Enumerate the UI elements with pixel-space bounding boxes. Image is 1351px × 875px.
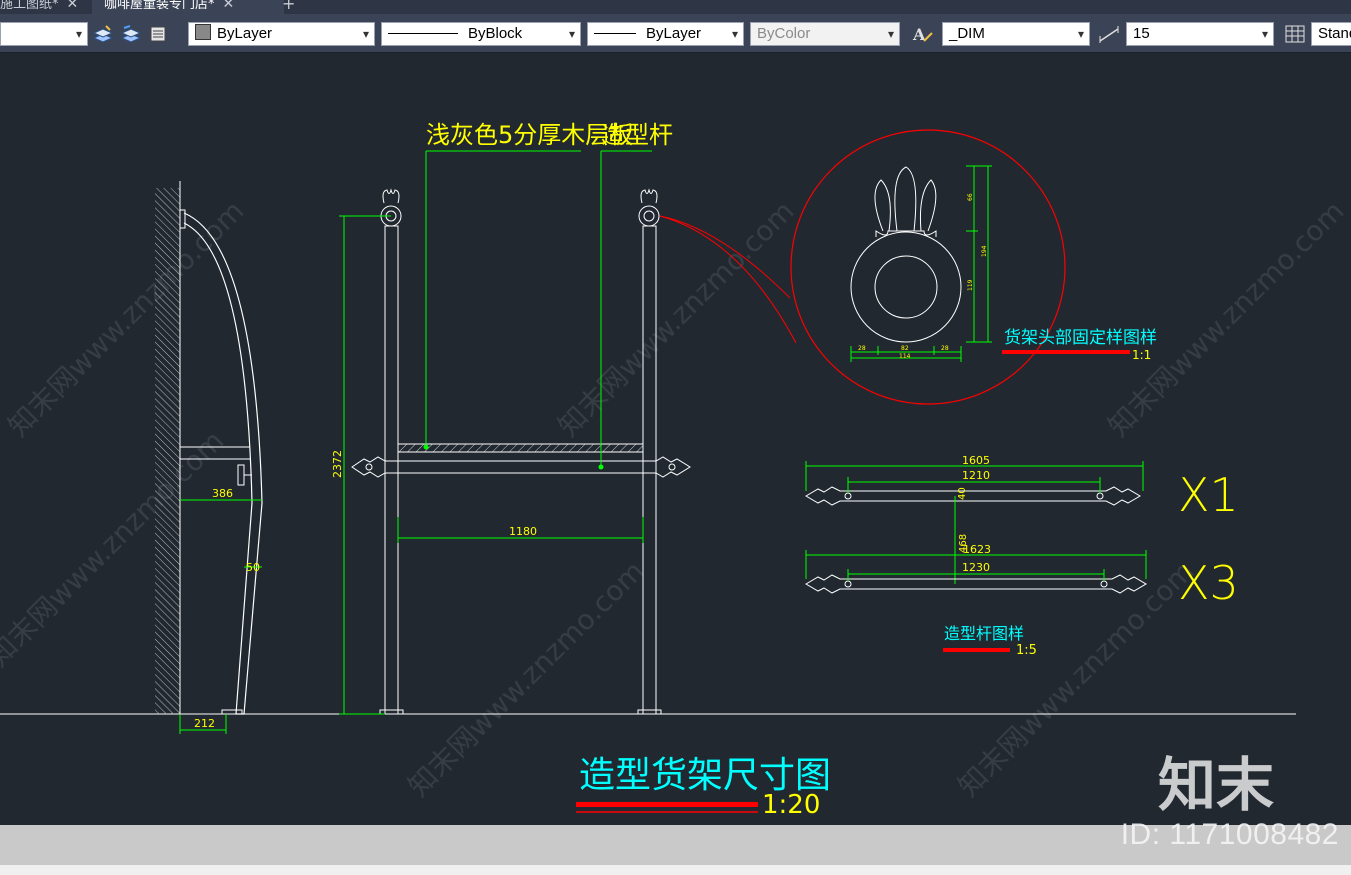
new-tab-button[interactable]: + bbox=[282, 0, 295, 14]
dim-detail-w3: 28 bbox=[941, 345, 949, 352]
dim-detail-h2: 194 bbox=[981, 245, 988, 257]
dim-rod1-total: 1605 bbox=[962, 454, 990, 467]
rod-title: 造型杆图样 bbox=[944, 624, 1024, 643]
drawing-canvas[interactable]: 知末网www.znzmo.com 知末网www.znzmo.com 知末网www… bbox=[0, 53, 1351, 825]
dim-rod-small: 40 bbox=[957, 487, 968, 500]
dim-detail-w2: 82 bbox=[901, 345, 909, 352]
dimension-style-dropdown[interactable]: _DIM ▾ bbox=[942, 22, 1090, 46]
dim-detail-h3: 119 bbox=[967, 279, 974, 291]
watermark-logo: 知末 bbox=[1158, 751, 1275, 819]
watermark-text: 知末网www.znzmo.com bbox=[552, 194, 801, 443]
text-style-icon[interactable]: A bbox=[912, 24, 934, 44]
main-title-block: 造型货架尺寸图 1:20 bbox=[576, 755, 831, 820]
qty-x3: X3 bbox=[1178, 556, 1239, 610]
main-scale: 1:20 bbox=[762, 790, 820, 820]
layer-dropdown[interactable]: ▾ bbox=[0, 22, 88, 46]
color-dropdown[interactable]: ByLayer ▾ bbox=[188, 22, 375, 46]
tab-construction-drawings[interactable]: 施工图纸* ✕ bbox=[0, 0, 90, 14]
document-tab-bar: 施工图纸* ✕ 咖啡屋童装专门店* ✕ + bbox=[0, 0, 1351, 14]
dim-height: 2372 bbox=[331, 450, 344, 478]
dim-style-icon[interactable] bbox=[1098, 24, 1120, 44]
table-style-icon[interactable] bbox=[1284, 24, 1306, 44]
dim-side-bend: 50 bbox=[246, 561, 260, 574]
watermark-layer: 知末网www.znzmo.com 知末网www.znzmo.com 知末网www… bbox=[0, 194, 1350, 803]
layer-state-icon[interactable] bbox=[148, 24, 170, 44]
rod-scale: 1:5 bbox=[1016, 643, 1037, 658]
dim-detail-w-total: 114 bbox=[899, 353, 911, 360]
properties-toolbar: ▾ ByLayer ▾ ByBlock ▾ ByLayer ▾ ByColor ▾ A … bbox=[0, 14, 1351, 53]
chevron-down-icon: ▾ bbox=[1261, 27, 1268, 41]
bottom-strip bbox=[0, 865, 1351, 875]
layer-match-icon[interactable] bbox=[92, 24, 114, 44]
color-swatch bbox=[195, 24, 211, 40]
chevron-down-icon: ▾ bbox=[75, 27, 82, 41]
lineweight-dropdown[interactable]: ByLayer ▾ bbox=[587, 22, 744, 46]
tab-label: 咖啡屋童装专门店* bbox=[104, 0, 215, 12]
watermark-text: 知末网www.znzmo.com bbox=[2, 194, 251, 443]
cad-drawing: 知末网www.znzmo.com 知末网www.znzmo.com 知末网www… bbox=[0, 121, 1350, 820]
dimension-value-dropdown[interactable]: 15 ▾ bbox=[1126, 22, 1274, 46]
head-detail: 66 194 119 28 82 28 114 货架头部固定样图样 1:1 bbox=[790, 129, 1157, 405]
watermark-text: 知末网www.znzmo.com bbox=[1102, 194, 1351, 443]
chevron-down-icon: ▾ bbox=[568, 27, 575, 41]
table-style-dropdown[interactable]: Standard bbox=[1311, 22, 1351, 46]
lineweight-preview bbox=[594, 33, 636, 34]
layer-previous-icon[interactable] bbox=[120, 24, 142, 44]
close-icon[interactable]: ✕ bbox=[223, 0, 235, 14]
linetype-preview bbox=[388, 33, 458, 34]
dim-width-inner: 1180 bbox=[509, 525, 537, 538]
chevron-down-icon: ▾ bbox=[1077, 27, 1084, 41]
dim-detail-h1: 66 bbox=[967, 193, 974, 201]
dim-rod2-inner: 1230 bbox=[962, 561, 990, 574]
chevron-down-icon: ▾ bbox=[887, 27, 894, 41]
tab-cafe-kids-store[interactable]: 咖啡屋童装专门店* ✕ bbox=[92, 0, 284, 14]
note-rod: 造型杆 bbox=[601, 121, 673, 149]
watermark-text: 知末网www.znzmo.com bbox=[0, 424, 230, 673]
watermark-id: ID: 1171008482 bbox=[1120, 818, 1339, 851]
chevron-down-icon: ▾ bbox=[362, 27, 369, 41]
detail-title: 货架头部固定样图样 bbox=[1004, 328, 1157, 348]
tab-label: 施工图纸* bbox=[0, 0, 59, 12]
wall-hatch bbox=[155, 188, 180, 714]
dim-side-bottom: 212 bbox=[194, 717, 215, 730]
dim-rod2-total: 1623 bbox=[963, 543, 991, 556]
dim-rod1-inner: 1210 bbox=[962, 469, 990, 482]
chevron-down-icon: ▾ bbox=[731, 27, 738, 41]
dim-side-depth: 386 bbox=[212, 487, 233, 500]
dim-detail-w1: 28 bbox=[858, 345, 866, 352]
detail-scale: 1:1 bbox=[1132, 348, 1151, 362]
close-icon[interactable]: ✕ bbox=[67, 0, 79, 14]
plotstyle-dropdown: ByColor ▾ bbox=[750, 22, 900, 46]
qty-x1: X1 bbox=[1178, 468, 1239, 522]
svg-text:A: A bbox=[912, 25, 926, 44]
linetype-dropdown[interactable]: ByBlock ▾ bbox=[381, 22, 581, 46]
